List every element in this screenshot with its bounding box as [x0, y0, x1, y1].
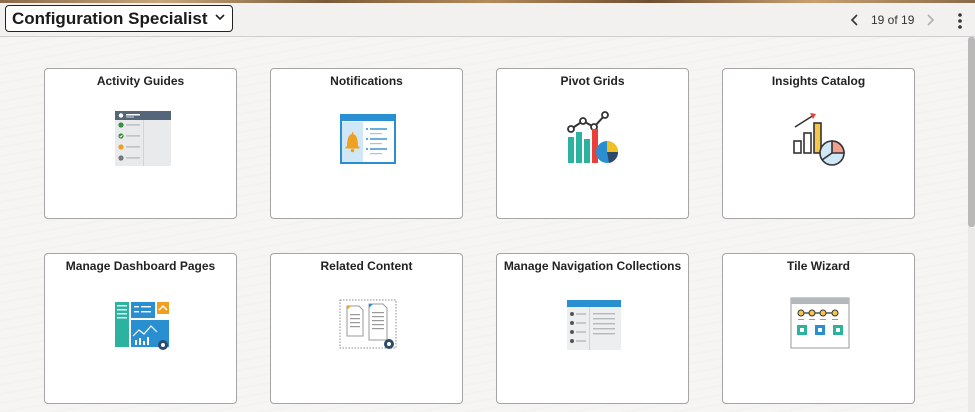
tile-title: Tile Wizard [786, 259, 851, 273]
tile-related-content[interactable]: Related Content [270, 253, 463, 404]
pivot-grids-icon [563, 107, 625, 169]
page-selector-dropdown[interactable]: Configuration Specialist [5, 5, 233, 32]
dashboard-pages-icon [111, 292, 173, 354]
chevron-right-icon [927, 14, 935, 26]
tile-notifications[interactable]: Notifications [270, 68, 463, 219]
vertical-ellipsis-icon [958, 13, 962, 29]
tile-manage-navigation-collections[interactable]: Manage Navigation Collections [496, 253, 689, 404]
tile-wizard-icon [789, 292, 851, 354]
navigation-collections-icon [563, 292, 625, 354]
next-page-button[interactable] [921, 10, 939, 30]
tile-title: Manage Navigation Collections [503, 259, 682, 273]
tile-manage-dashboard-pages[interactable]: Manage Dashboard Pages [44, 253, 237, 404]
page-header: Configuration Specialist 19 of 19 [0, 3, 975, 37]
pager: 19 of 19 [846, 10, 939, 30]
scrollbar-thumb[interactable] [968, 37, 975, 227]
tile-pivot-grids[interactable]: Pivot Grids [496, 68, 689, 219]
tile-insights-catalog[interactable]: Insights Catalog [722, 68, 915, 219]
page-title: Configuration Specialist [12, 8, 208, 28]
tile-title: Pivot Grids [560, 74, 625, 88]
related-content-icon [337, 292, 399, 354]
tile-title: Manage Dashboard Pages [65, 259, 216, 273]
chevron-left-icon [850, 14, 858, 26]
tile-tile-wizard[interactable]: Tile Wizard [722, 253, 915, 404]
tile-title: Insights Catalog [771, 74, 866, 88]
tile-title: Related Content [320, 259, 413, 273]
tile-activity-guides[interactable]: Activity Guides [44, 68, 237, 219]
tile-title: Activity Guides [96, 74, 185, 88]
pager-text: 19 of 19 [871, 13, 915, 27]
previous-page-button[interactable] [846, 10, 864, 30]
activity-guides-icon [111, 107, 173, 169]
more-options-button[interactable] [952, 11, 968, 31]
notifications-icon [337, 107, 399, 169]
chevron-down-icon [214, 14, 225, 21]
tile-title: Notifications [330, 74, 403, 88]
insights-catalog-icon [789, 107, 851, 169]
